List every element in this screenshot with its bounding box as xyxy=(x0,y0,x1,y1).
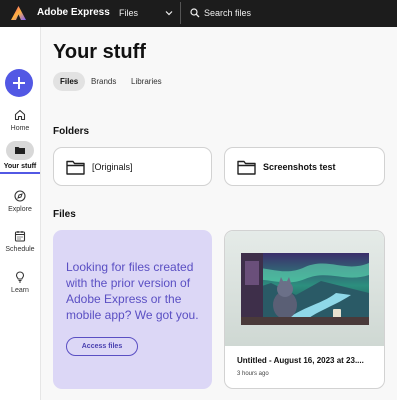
chevron-down-icon xyxy=(165,11,173,16)
access-files-button[interactable]: Access files xyxy=(66,337,138,356)
file-title: Untitled - August 16, 2023 at 23.... xyxy=(237,356,364,365)
folder-icon xyxy=(237,160,256,175)
tab-libraries[interactable]: Libraries xyxy=(124,72,169,91)
folder-name: [Originals] xyxy=(92,162,133,172)
folder-icon xyxy=(66,160,85,175)
legacy-files-promo-card: Looking for files created with the prior… xyxy=(53,230,212,389)
sidebar-item-home[interactable]: Home xyxy=(0,109,40,132)
sidebar-item-explore[interactable]: Explore xyxy=(0,190,40,213)
tab-brands[interactable]: Brands xyxy=(84,72,123,91)
file-modified-time: 3 hours ago xyxy=(237,371,269,377)
tab-files[interactable]: Files xyxy=(53,72,86,91)
page-title: Your stuff xyxy=(53,41,146,63)
sidebar: Home Your stuff Explore Schedule Learn xyxy=(0,27,40,400)
folder-name: Screenshots test xyxy=(263,162,336,172)
sidebar-item-your-stuff[interactable]: Your stuff xyxy=(0,141,40,174)
create-button[interactable] xyxy=(5,69,33,97)
sidebar-item-label: Explore xyxy=(8,206,32,213)
search-input[interactable] xyxy=(204,5,384,21)
sidebar-item-label: Your stuff xyxy=(3,163,37,170)
promo-text: Looking for files created with the prior… xyxy=(66,260,199,322)
active-indicator-pill xyxy=(6,141,34,160)
folders-heading: Folders xyxy=(53,126,90,137)
top-bar: Adobe Express Files xyxy=(0,0,397,27)
search-icon xyxy=(190,8,200,18)
lightbulb-icon xyxy=(15,271,25,283)
folder-card-originals[interactable]: [Originals] xyxy=(53,147,212,186)
app-title[interactable]: Adobe Express xyxy=(37,7,110,18)
adobe-express-logo[interactable] xyxy=(10,5,27,22)
sidebar-item-learn[interactable]: Learn xyxy=(0,271,40,294)
sidebar-item-label: Schedule xyxy=(5,246,35,253)
folder-icon xyxy=(15,147,25,154)
file-thumbnail-image xyxy=(241,253,369,325)
sidebar-item-schedule[interactable]: Schedule xyxy=(0,230,40,253)
home-icon xyxy=(14,109,26,121)
sidebar-item-label: Home xyxy=(10,125,30,132)
sidebar-item-label: Learn xyxy=(11,287,29,294)
search-scope-select[interactable]: Files xyxy=(110,2,181,24)
search-scope-label: Files xyxy=(119,8,139,18)
compass-icon xyxy=(14,190,26,202)
file-card[interactable]: Untitled - August 16, 2023 at 23.... 3 h… xyxy=(224,230,385,389)
folder-card-screenshots-test[interactable]: Screenshots test xyxy=(224,147,385,186)
sidebar-divider xyxy=(40,27,41,400)
files-heading: Files xyxy=(53,209,76,220)
calendar-icon xyxy=(14,231,26,242)
active-underline xyxy=(0,172,40,174)
